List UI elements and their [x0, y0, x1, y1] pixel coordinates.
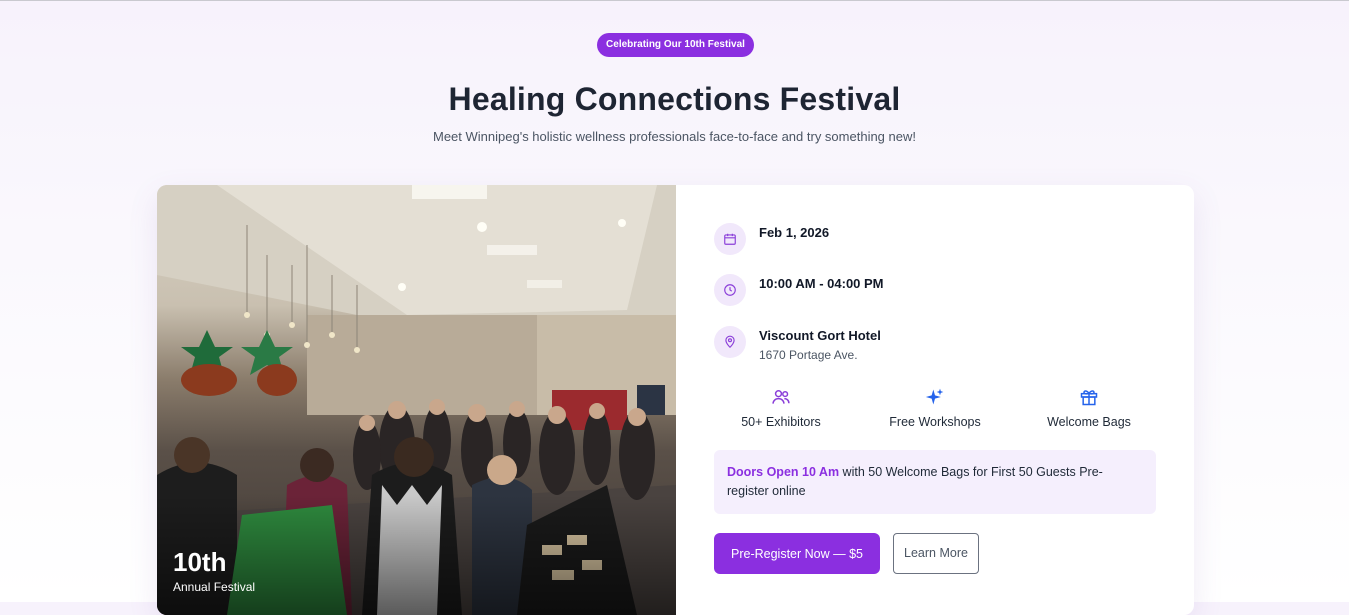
- feature-welcome-bags: Welcome Bags: [1014, 385, 1164, 429]
- event-time: 10:00 AM - 04:00 PM: [759, 276, 884, 291]
- event-details: Feb 1, 2026 10:00 AM - 04:00 PM Viscount…: [714, 185, 1156, 615]
- photo-gradient-overlay: [157, 495, 676, 615]
- gift-icon: [1014, 385, 1164, 409]
- page-title: Healing Connections Festival: [448, 81, 901, 117]
- feature-exhibitors: 50+ Exhibitors: [706, 385, 856, 429]
- feature-label: Free Workshops: [889, 415, 981, 429]
- pre-register-button[interactable]: Pre-Register Now — $5: [714, 533, 880, 574]
- festival-caption: Annual Festival: [173, 580, 256, 594]
- calendar-icon: [714, 223, 746, 255]
- doors-open-notice: Doors Open 10 Am with 50 Welcome Bags fo…: [714, 450, 1156, 514]
- date-row: Feb 1, 2026: [714, 223, 1156, 263]
- map-pin-icon: [714, 326, 746, 358]
- venue-address: 1670 Portage Ave.: [759, 348, 858, 362]
- event-date: Feb 1, 2026: [759, 225, 830, 240]
- notice-highlight: Doors Open 10 Am: [727, 465, 840, 479]
- clock-icon: [714, 274, 746, 306]
- feature-list: 50+ Exhibitors Free Workshops Welcome Ba…: [714, 385, 1156, 435]
- feature-workshops: Free Workshops: [860, 385, 1010, 429]
- learn-more-button[interactable]: Learn More: [893, 533, 979, 574]
- feature-label: Welcome Bags: [1047, 415, 1131, 429]
- location-row: Viscount Gort Hotel 1670 Portage Ave.: [714, 326, 1156, 366]
- festival-number: 10th: [173, 547, 227, 577]
- event-card: 10th Annual Festival Feb 1, 2026 10:00 A…: [157, 185, 1194, 615]
- page-subtitle: Meet Winnipeg's holistic wellness profes…: [433, 129, 916, 144]
- sparkles-icon: [860, 385, 1010, 409]
- time-row: 10:00 AM - 04:00 PM: [714, 274, 1156, 314]
- users-icon: [706, 385, 856, 409]
- venue-name: Viscount Gort Hotel: [759, 328, 881, 343]
- anniversary-badge: Celebrating Our 10th Festival: [597, 33, 754, 57]
- feature-label: 50+ Exhibitors: [741, 415, 821, 429]
- event-photo: 10th Annual Festival: [157, 185, 676, 615]
